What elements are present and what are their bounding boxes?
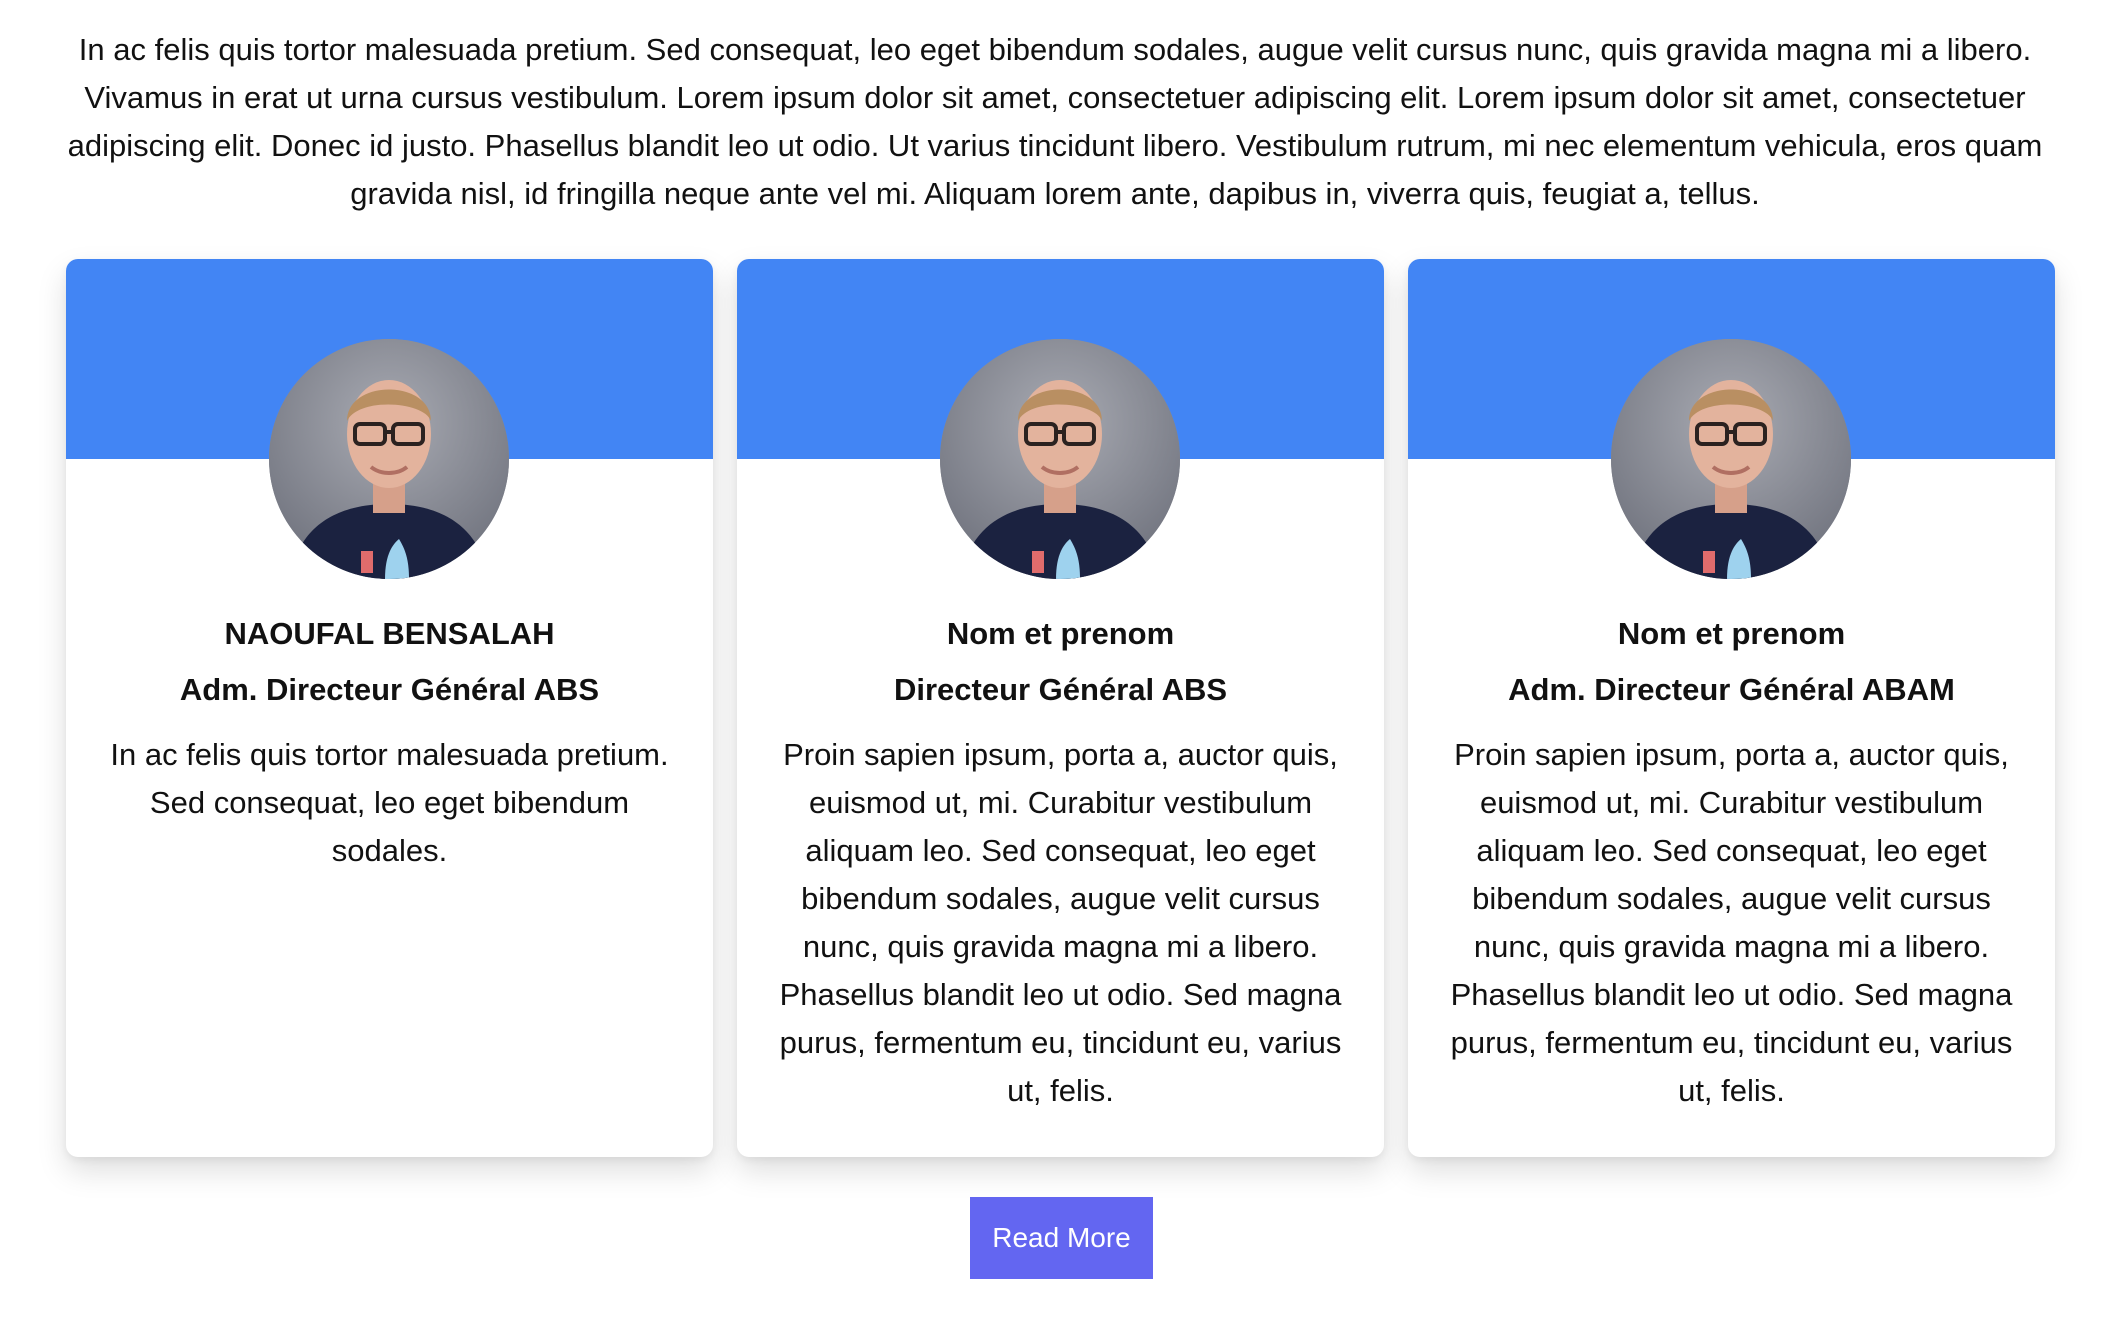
read-more-button[interactable]: Read More: [970, 1197, 1153, 1279]
card-role: Directeur Général ABS: [893, 672, 1228, 707]
card-name: NAOUFAL BENSALAH: [224, 616, 555, 651]
card-description: In ac felis quis tortor malesuada pretiu…: [110, 737, 669, 868]
avatar-photo: [1611, 339, 1851, 579]
team-cards: NAOUFAL BENSALAH Adm. Directeur Général …: [66, 259, 2056, 1157]
card-role: Adm. Directeur Général ABS: [179, 672, 600, 707]
card-role: Adm. Directeur Général ABAM: [1508, 672, 1955, 707]
card-description: Proin sapien ipsum, porta a, auctor quis…: [1450, 737, 2013, 1108]
avatar-photo: [940, 339, 1180, 579]
team-card: Nom et prenom Directeur Général ABS Proi…: [737, 259, 1384, 1157]
card-description: Proin sapien ipsum, porta a, auctor quis…: [779, 737, 1342, 1108]
intro-paragraph: In ac felis quis tortor malesuada pretiu…: [67, 32, 2043, 211]
card-name: Nom et prenom: [946, 616, 1175, 651]
team-card: NAOUFAL BENSALAH Adm. Directeur Général …: [66, 259, 713, 1157]
team-card: Nom et prenom Adm. Directeur Général ABA…: [1408, 259, 2055, 1157]
card-name: Nom et prenom: [1617, 616, 1846, 651]
avatar-photo: [269, 339, 509, 579]
